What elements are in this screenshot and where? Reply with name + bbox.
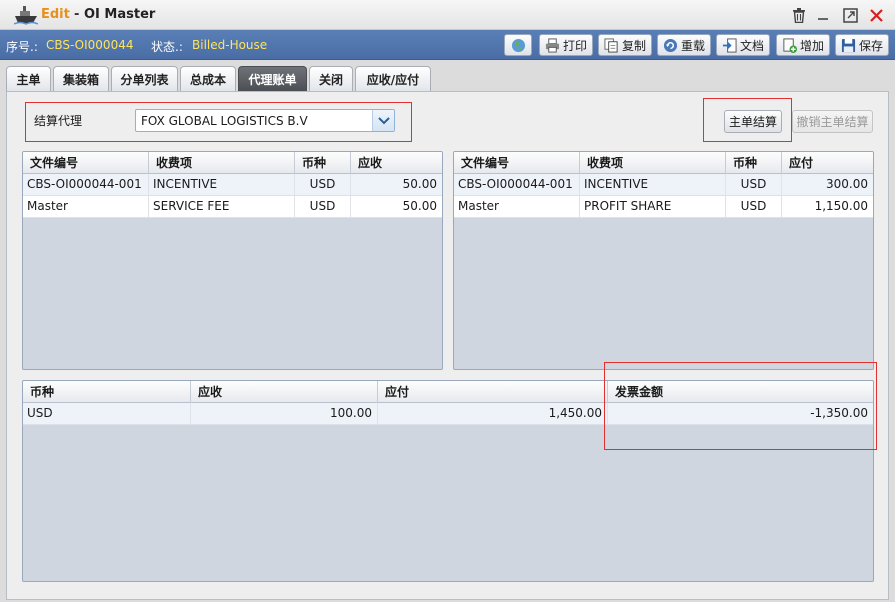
charge-cell: INCENTIVE xyxy=(149,174,295,196)
currency-cell: USD xyxy=(295,174,351,196)
column-header[interactable]: 收费项 xyxy=(580,152,726,174)
maximize-icon xyxy=(842,7,858,23)
close-button[interactable] xyxy=(866,5,886,25)
settlement-agent-select[interactable]: FOX GLOBAL LOGISTICS B.V xyxy=(135,109,395,132)
serial-label: 序号.: xyxy=(6,40,38,54)
file-no-cell: Master xyxy=(23,196,149,218)
settlement-agent-label: 结算代理 xyxy=(34,114,83,128)
globe-icon xyxy=(511,38,525,52)
tab-bar: 主单 集装箱 分单列表 总成本 代理账单 关闭 应收/应付 xyxy=(0,60,895,91)
column-header[interactable]: 应收 xyxy=(351,152,442,174)
add-label: 增加 xyxy=(800,38,825,53)
save-label: 保存 xyxy=(859,38,884,53)
currency-cell: USD xyxy=(23,403,191,425)
tab-ar-ap[interactable]: 应收/应付 xyxy=(355,66,431,91)
payable-grid: 文件编号 收费项 币种 应付 CBS-OI000044-001 INCENTIV… xyxy=(453,151,874,370)
amount-cell: 300.00 xyxy=(826,177,868,191)
charge-cell: PROFIT SHARE xyxy=(580,196,726,218)
tab-close[interactable]: 关闭 xyxy=(309,66,353,91)
title-bar: Edit - OI Master xyxy=(0,0,895,30)
tab-total-cost[interactable]: 总成本 xyxy=(180,66,236,91)
table-row[interactable]: Master PROFIT SHARE USD 1,150.00 xyxy=(454,196,873,218)
document-arrow-icon xyxy=(722,37,737,53)
print-button[interactable]: 打印 xyxy=(539,34,594,56)
reload-label: 重载 xyxy=(681,38,706,53)
file-no-cell: Master xyxy=(454,196,580,218)
close-icon xyxy=(869,8,883,22)
cancel-master-settle-button[interactable]: 撤销主单结算 xyxy=(792,110,873,133)
settlement-agent-value: FOX GLOBAL LOGISTICS B.V xyxy=(141,114,308,128)
dropdown-toggle[interactable] xyxy=(372,110,394,131)
tab-house-list[interactable]: 分单列表 xyxy=(111,66,178,91)
table-row[interactable]: CBS-OI000044-001 INCENTIVE USD 50.00 xyxy=(23,174,442,196)
save-button[interactable]: 保存 xyxy=(835,34,890,56)
floppy-disk-icon xyxy=(841,38,856,52)
maximize-button[interactable] xyxy=(840,5,860,25)
master-settle-button[interactable]: 主单结算 xyxy=(724,110,782,133)
column-header[interactable]: 应付 xyxy=(378,381,608,403)
tab-containers[interactable]: 集装箱 xyxy=(53,66,109,91)
serial-value: CBS-OI000044 xyxy=(46,38,134,52)
record-info-bar: 序号.: CBS-OI000044 状态.: Billed-House 打印 复… xyxy=(0,30,895,60)
globe-button[interactable] xyxy=(504,34,532,56)
currency-cell: USD xyxy=(726,174,782,196)
ship-icon xyxy=(14,6,38,25)
column-header[interactable]: 文件编号 xyxy=(454,152,580,174)
reload-icon xyxy=(663,38,678,52)
tab-agent-bill[interactable]: 代理账单 xyxy=(238,66,307,91)
charge-cell: INCENTIVE xyxy=(580,174,726,196)
copy-icon xyxy=(604,37,618,53)
minimize-icon xyxy=(818,18,828,20)
file-no-cell: CBS-OI000044-001 xyxy=(454,174,580,196)
column-header[interactable]: 币种 xyxy=(726,152,782,174)
reload-button[interactable]: 重载 xyxy=(657,34,712,56)
add-document-icon xyxy=(783,37,797,53)
window-title: OI Master xyxy=(84,7,156,22)
column-header[interactable]: 收费项 xyxy=(149,152,295,174)
amount-cell: 1,150.00 xyxy=(814,199,868,213)
receivable-grid-header: 文件编号 收费项 币种 应收 xyxy=(23,152,442,174)
column-header[interactable]: 应付 xyxy=(782,152,873,174)
column-header[interactable]: 币种 xyxy=(23,381,191,403)
table-row[interactable]: Master SERVICE FEE USD 50.00 xyxy=(23,196,442,218)
column-header[interactable]: 币种 xyxy=(295,152,351,174)
copy-label: 复制 xyxy=(622,38,647,53)
column-header[interactable]: 文件编号 xyxy=(23,152,149,174)
currency-cell: USD xyxy=(295,196,351,218)
title-separator: - xyxy=(74,7,80,22)
amount-cell: 50.00 xyxy=(402,199,437,213)
receivable-total-cell: 100.00 xyxy=(191,403,378,425)
status-label: 状态.: xyxy=(151,40,183,54)
print-label: 打印 xyxy=(563,38,588,53)
column-header[interactable]: 应收 xyxy=(191,381,378,403)
documents-label: 文档 xyxy=(740,38,765,53)
trash-icon xyxy=(793,7,805,23)
invoice-highlight-box xyxy=(604,362,877,450)
payable-grid-header: 文件编号 收费项 币种 应付 xyxy=(454,152,873,174)
amount-cell: 50.00 xyxy=(402,177,437,191)
tab-master[interactable]: 主单 xyxy=(6,66,51,91)
add-button[interactable]: 增加 xyxy=(776,34,831,56)
table-row[interactable]: CBS-OI000044-001 INCENTIVE USD 300.00 xyxy=(454,174,873,196)
printer-icon xyxy=(545,37,560,53)
minimize-button[interactable] xyxy=(813,5,833,25)
window-mode: Edit xyxy=(41,7,70,22)
delete-window-button[interactable] xyxy=(789,5,809,25)
charge-cell: SERVICE FEE xyxy=(149,196,295,218)
documents-button[interactable]: 文档 xyxy=(716,34,771,56)
currency-cell: USD xyxy=(726,196,782,218)
payable-total-cell: 1,450.00 xyxy=(378,403,608,425)
chevron-down-icon xyxy=(377,116,390,124)
copy-button[interactable]: 复制 xyxy=(598,34,653,56)
file-no-cell: CBS-OI000044-001 xyxy=(23,174,149,196)
receivable-grid: 文件编号 收费项 币种 应收 CBS-OI000044-001 INCENTIV… xyxy=(22,151,443,370)
status-value: Billed-House xyxy=(192,38,268,52)
